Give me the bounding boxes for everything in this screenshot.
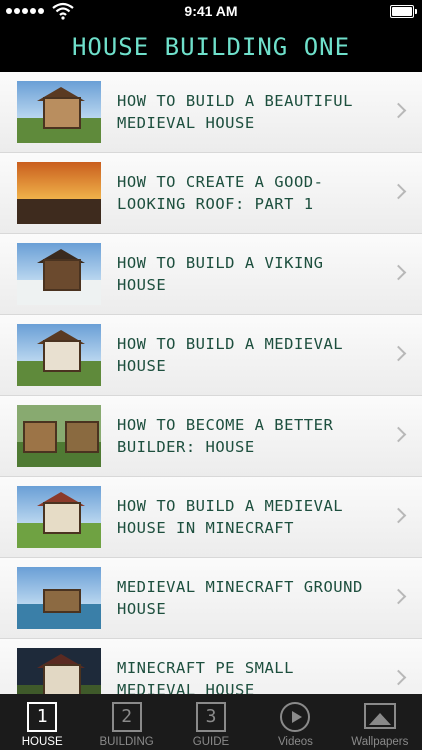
number-three-icon: 3 — [196, 702, 227, 732]
status-bar: 9:41 AM — [0, 0, 422, 22]
number-one-icon: 1 — [27, 702, 58, 732]
tab-label: Wallpapers — [351, 736, 409, 748]
tab-label: Videos — [277, 736, 313, 748]
tab-house[interactable]: 1 HOUSE — [0, 694, 84, 750]
list-item-title: HOW TO BUILD A MEDIEVAL HOUSE — [117, 335, 344, 375]
list-item-title: HOW TO BUILD A BEAUTIFUL MEDIEVAL HOUSE — [117, 92, 353, 132]
chevron-right-icon — [390, 264, 407, 281]
chevron-right-icon — [390, 507, 407, 524]
list-item[interactable]: MEDIEVAL MINECRAFT GROUND HOUSE — [0, 558, 422, 639]
number-two-icon: 2 — [111, 702, 142, 732]
chevron-right-icon — [390, 345, 407, 362]
list-item-thumbnail — [17, 81, 101, 143]
list-item-thumbnail — [17, 162, 101, 224]
tab-label: BUILDING — [99, 736, 154, 748]
list-item-title: HOW TO BUILD A MEDIEVAL HOUSE IN MINECRA… — [117, 497, 344, 537]
list-item[interactable]: HOW TO BUILD A MEDIEVAL HOUSE IN MINECRA… — [0, 477, 422, 558]
tab-label: HOUSE — [21, 736, 63, 748]
chevron-right-icon — [390, 183, 407, 200]
list-item[interactable]: HOW TO CREATE A GOOD-LOOKING ROOF: PART … — [0, 153, 422, 234]
tab-videos[interactable]: Videos — [253, 694, 337, 750]
list-item-thumbnail — [17, 405, 101, 467]
chevron-right-icon — [390, 426, 407, 443]
list-item-title: HOW TO BECOME A BETTER BUILDER: HOUSE — [117, 416, 334, 456]
chevron-right-icon — [390, 102, 407, 119]
list-item-thumbnail — [17, 486, 101, 548]
list-item-thumbnail — [17, 243, 101, 305]
tab-building[interactable]: 2 BUILDING — [84, 694, 168, 750]
list-item[interactable]: HOW TO BUILD A BEAUTIFUL MEDIEVAL HOUSE — [0, 72, 422, 153]
tab-wallpapers[interactable]: Wallpapers — [338, 694, 422, 750]
list-item[interactable]: HOW TO BUILD A VIKING HOUSE — [0, 234, 422, 315]
tab-guide[interactable]: 3 GUIDE — [169, 694, 253, 750]
list-item-thumbnail — [17, 324, 101, 386]
tab-bar: 1 HOUSE 2 BUILDING 3 GUIDE Videos Wallpa… — [0, 694, 422, 750]
list-item-title: MINECRAFT PE SMALL MEDIEVAL HOUSE — [117, 659, 294, 694]
list-item[interactable]: HOW TO BECOME A BETTER BUILDER: HOUSE — [0, 396, 422, 477]
chevron-right-icon — [390, 588, 407, 605]
status-time: 9:41 AM — [184, 3, 238, 19]
list-item-title: HOW TO CREATE A GOOD-LOOKING ROOF: PART … — [117, 173, 324, 213]
chevron-right-icon — [390, 669, 407, 686]
tab-label: GUIDE — [192, 736, 230, 748]
article-list: HOW TO BUILD A BEAUTIFUL MEDIEVAL HOUSE … — [0, 72, 422, 694]
list-item-title: MEDIEVAL MINECRAFT GROUND HOUSE — [117, 578, 363, 618]
play-icon — [280, 702, 311, 732]
picture-icon — [363, 703, 396, 729]
nav-bar: HOUSE BUILDING ONE — [0, 22, 422, 72]
battery-icon — [390, 5, 417, 18]
list-item[interactable]: HOW TO BUILD A MEDIEVAL HOUSE — [0, 315, 422, 396]
list-item-thumbnail — [17, 567, 101, 629]
page-title: HOUSE BUILDING ONE — [71, 33, 351, 61]
list-item-thumbnail — [17, 648, 101, 694]
list-item[interactable]: MINECRAFT PE SMALL MEDIEVAL HOUSE — [0, 639, 422, 694]
list-item-title: HOW TO BUILD A VIKING HOUSE — [117, 254, 324, 294]
